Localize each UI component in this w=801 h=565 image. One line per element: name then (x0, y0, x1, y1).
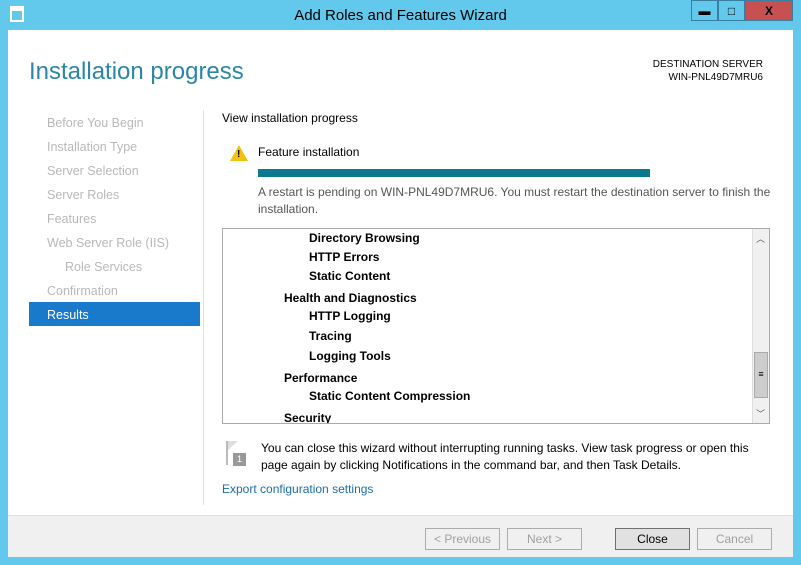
minimize-button[interactable]: ▬ (691, 0, 718, 21)
window-title: Add Roles and Features Wizard (294, 7, 507, 24)
list-item: Security (284, 411, 332, 424)
cancel-button[interactable]: Cancel (697, 528, 772, 550)
nav-item[interactable]: Web Server Role (IIS) (47, 236, 169, 250)
list-item: HTTP Logging (309, 309, 391, 323)
scrollbar[interactable]: ︿ ≡ ﹀ (752, 229, 769, 423)
nav-item[interactable]: Confirmation (47, 284, 118, 298)
close-button[interactable]: Close (615, 528, 690, 550)
wizard-body: Installation progress DESTINATION SERVER… (8, 30, 793, 557)
list-item: Performance (284, 371, 358, 385)
results-list[interactable]: Directory Browsing HTTP Errors Static Cont… (222, 228, 770, 424)
flag-icon-shape (228, 441, 238, 450)
scroll-down-arrow[interactable]: ﹀ (756, 407, 765, 420)
destination-server: DESTINATION SERVER WIN-PNL49D7MRU6 (653, 58, 763, 84)
destination-server-name: WIN-PNL49D7MRU6 (668, 72, 763, 83)
nav-item[interactable]: Server Selection (47, 164, 139, 178)
destination-label: DESTINATION SERVER (652, 59, 763, 70)
list-item: Static Content Compression (309, 389, 471, 403)
list-item: Static Content (309, 269, 391, 283)
nav-item[interactable]: Results (47, 308, 89, 322)
list-item: HTTP Errors (309, 250, 380, 264)
title-bar: Add Roles and Features Wizard ▬ □ X (0, 0, 801, 30)
section-title: View installation progress (222, 111, 358, 125)
list-item: Tracing (309, 329, 352, 343)
warning-icon-mark: ! (237, 149, 241, 160)
progress-bar (258, 169, 650, 177)
nav-item[interactable]: Role Services (65, 260, 142, 274)
notification-badge: 1 (233, 453, 246, 466)
nav-item[interactable]: Features (47, 212, 96, 226)
list-item: Directory Browsing (309, 231, 420, 245)
list-item: Health and Diagnostics (284, 291, 417, 305)
close-note: You can close this wizard without interr… (261, 441, 749, 472)
nav-item[interactable]: Server Roles (47, 188, 119, 202)
maximize-button[interactable]: □ (718, 0, 745, 21)
nav-item[interactable]: Before You Begin (47, 116, 144, 130)
progress-fill (258, 169, 650, 177)
footer: < Previous Next > Close Cancel (8, 515, 793, 557)
scroll-thumb[interactable]: ≡ (754, 352, 768, 398)
divider (203, 110, 204, 505)
restart-warning: A restart is pending on WIN-PNL49D7MRU6.… (258, 185, 771, 216)
list-item: Logging Tools (309, 349, 391, 363)
previous-button[interactable]: < Previous (425, 528, 500, 550)
feature-installation-label: Feature installation (258, 145, 360, 159)
export-configuration-link[interactable]: Export configuration settings (222, 482, 373, 496)
page-title: Installation progress (29, 58, 244, 85)
scroll-up-arrow[interactable]: ︿ (756, 232, 765, 245)
next-button[interactable]: Next > (507, 528, 582, 550)
close-window-button[interactable]: X (745, 0, 793, 21)
nav-item[interactable]: Installation Type (47, 140, 137, 154)
